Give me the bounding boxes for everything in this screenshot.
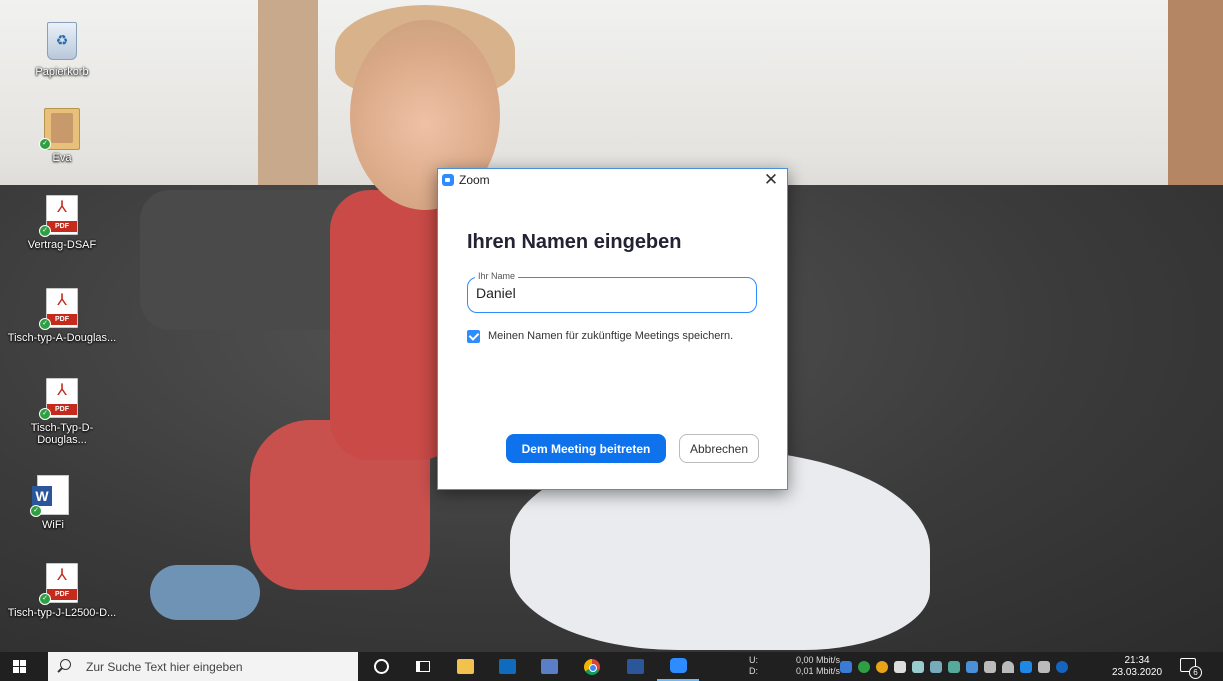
desktop-icon-label: Tisch-typ-J-L2500-D... [7, 607, 117, 619]
tray-network-tool-icon[interactable] [912, 660, 924, 673]
tray-app-icon[interactable] [840, 660, 852, 673]
taskbar-app[interactable] [528, 652, 570, 681]
tray-onedrive-icon[interactable] [966, 660, 978, 673]
tray-security-icon[interactable] [894, 660, 906, 673]
taskbar-chrome[interactable] [571, 652, 613, 681]
cancel-button[interactable]: Abbrechen [679, 434, 759, 463]
dialog-titlebar[interactable]: Zoom ✕ [438, 169, 787, 191]
desktop-icon-label: Vertrag-DSAF [27, 239, 97, 251]
taskbar-file-explorer[interactable] [444, 652, 486, 681]
taskbar-zoom[interactable] [657, 652, 699, 681]
clock-time: 21:34 [1124, 655, 1150, 666]
search-icon [60, 659, 71, 670]
download-value: 0,01 Mbit/s [796, 666, 841, 676]
chrome-icon [584, 658, 600, 675]
app-icon [540, 659, 558, 674]
zoom-logo-icon [442, 174, 454, 186]
background-child-sock [150, 565, 260, 620]
download-label: D: [749, 666, 758, 676]
zoom-name-dialog: Zoom ✕ Ihren Namen eingeben Ihr Name Mei… [437, 168, 788, 490]
tray-check-icon[interactable] [858, 660, 870, 673]
tray-bluetooth-icon[interactable] [1056, 660, 1068, 673]
desktop-icon-tisch-typ-j[interactable]: ⅄ PDF ✓ Tisch-typ-J-L2500-D... [7, 563, 117, 619]
network-speed-meter: U: 0,00 Mbit/s D: 0,01 Mbit/s [749, 655, 840, 677]
remember-name-checkbox[interactable] [467, 330, 480, 343]
name-field-label: Ihr Name [475, 271, 519, 281]
upload-label: U: [749, 655, 758, 665]
search-placeholder: Zur Suche Text hier eingeben [86, 660, 243, 674]
desktop-icon-wifi[interactable]: W ✓ WiFi [0, 475, 108, 531]
tray-wifi-icon[interactable] [1002, 660, 1014, 673]
desktop-icon-tisch-typ-a[interactable]: ⅄ PDF ✓ Tisch-typ-A-Douglas... [7, 288, 117, 344]
join-meeting-button[interactable]: Dem Meeting beitreten [506, 434, 666, 463]
tray-app-icon[interactable] [1020, 660, 1032, 673]
taskbar-clock[interactable]: 21:34 23.03.2020 [1111, 655, 1163, 679]
windows-logo-icon [13, 660, 19, 666]
taskbar-word[interactable] [614, 652, 656, 681]
desktop-icon-label: Tisch-typ-A-Douglas... [7, 332, 117, 344]
sync-check-icon: ✓ [39, 593, 51, 605]
outlook-icon [498, 659, 516, 674]
zoom-icon [669, 658, 687, 673]
sync-check-icon: ✓ [39, 225, 51, 237]
tray-battery-icon[interactable] [984, 660, 996, 673]
remember-name-label[interactable]: Meinen Namen für zukünftige Meetings spe… [488, 330, 733, 342]
clock-date: 23.03.2020 [1111, 667, 1163, 678]
start-button[interactable] [13, 660, 27, 674]
task-view-icon [416, 661, 430, 672]
system-tray [840, 652, 1068, 681]
tray-app-icon[interactable] [930, 660, 942, 673]
notification-count-badge: 6 [1189, 666, 1202, 679]
desktop-icon-label: Papierkorb [35, 66, 89, 78]
recycle-bin-icon: ♻ [47, 22, 77, 60]
cortana-icon [373, 659, 389, 674]
dialog-title: Zoom [459, 173, 490, 187]
tray-app-icon[interactable] [948, 660, 960, 673]
sync-check-icon: ✓ [39, 318, 51, 330]
name-input[interactable] [476, 285, 746, 301]
desktop-icon-eva[interactable]: ✓ Eva [7, 108, 117, 164]
desktop-icon-label: WiFi [42, 519, 64, 531]
taskbar-search[interactable]: Zur Suche Text hier eingeben [48, 652, 358, 681]
word-icon [626, 659, 644, 674]
cortana-button[interactable] [360, 652, 402, 681]
tray-chrome-icon[interactable] [876, 660, 888, 673]
sync-check-icon: ✓ [39, 138, 51, 150]
file-explorer-icon [456, 659, 474, 674]
desktop-icon-tisch-typ-d[interactable]: ⅄ PDF ✓ Tisch-Typ-D-Douglas... [7, 378, 117, 446]
desktop-icon-papierkorb[interactable]: ♻ Papierkorb [7, 22, 117, 78]
desktop-icon-label: Tisch-Typ-D-Douglas... [30, 422, 94, 446]
taskbar-outlook[interactable] [486, 652, 528, 681]
sync-check-icon: ✓ [39, 408, 51, 420]
name-field[interactable]: Ihr Name [467, 271, 757, 313]
upload-value: 0,00 Mbit/s [796, 655, 841, 665]
sync-check-icon: ✓ [30, 505, 42, 517]
taskbar: Zur Suche Text hier eingeben U: 0,00 Mbit… [0, 652, 1223, 681]
dialog-heading: Ihren Namen eingeben [467, 231, 682, 253]
desktop-icon-label: Eva [52, 152, 72, 164]
close-button[interactable]: ✕ [761, 170, 781, 190]
tray-volume-icon[interactable] [1038, 660, 1050, 673]
desktop-icon-vertrag-dsaf[interactable]: ⅄ PDF ✓ Vertrag-DSAF [7, 195, 117, 251]
task-view-button[interactable] [402, 652, 444, 681]
